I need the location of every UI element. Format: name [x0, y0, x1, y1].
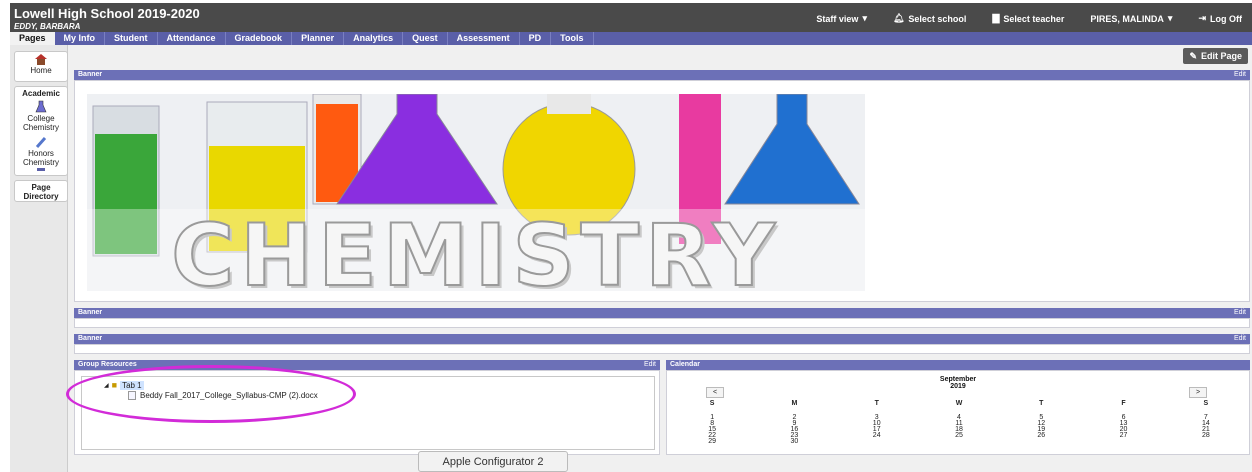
logout-icon: ⇥ [1198, 13, 1206, 23]
pages-sidebar: Home Academic College Chemistry Honors C… [10, 45, 68, 472]
staff-view-menu[interactable]: Staff view ▾ [816, 13, 867, 24]
select-teacher-label: Select teacher [1003, 13, 1065, 24]
test-tube-icon [35, 137, 47, 148]
calendar-day-header: F [1121, 400, 1126, 407]
banner-panel-body [74, 344, 1250, 354]
tab-attendance[interactable]: Attendance [158, 32, 226, 45]
pencil-icon: ✎ [1189, 50, 1197, 61]
banner-edit-link[interactable]: Edit [1234, 71, 1246, 78]
tab-quest[interactable]: Quest [403, 32, 448, 45]
chevron-down-icon: ▾ [1167, 13, 1173, 23]
edit-page-button[interactable]: ✎ Edit Page [1183, 48, 1248, 64]
sidebar-heading: Academic [22, 89, 60, 98]
flask-icon [35, 100, 47, 113]
banner-edit-link[interactable]: Edit [1234, 309, 1246, 316]
id-card-icon: ▇ [992, 13, 1000, 23]
sidebar-academic-group: Academic College Chemistry Honors Chemis… [14, 86, 68, 176]
school-name: Lowell High School 2019-2020 [14, 6, 200, 21]
sidebar-item-label: College Chemistry [22, 114, 59, 132]
select-teacher-button[interactable]: ▇ Select teacher [992, 13, 1064, 24]
calendar-month-title: September 2019 [667, 376, 1249, 390]
sidebar-item-college-chemistry[interactable]: College Chemistry [15, 100, 67, 132]
top-header: Lowell High School 2019-2020 EDDY, BARBA… [10, 3, 1252, 32]
logoff-label: Log Off [1210, 13, 1242, 24]
calendar-grid: S M T W T F S 1 2 3 4 5 6 7 8 9 10 11 12 13 14 15 16 17 18 19 20 21… [671, 400, 1247, 445]
tab-pages[interactable]: Pages [10, 32, 55, 45]
sidebar-item-label: Honors Chemistry [22, 149, 59, 167]
select-school-button[interactable]: 🔔︎ Select school [893, 13, 966, 24]
staff-view-label: Staff view [816, 13, 859, 24]
panel-title: Calendar [670, 361, 700, 368]
user-menu[interactable]: PIRES, MALINDA ▾ [1090, 13, 1172, 24]
calendar-day-header: S [709, 400, 715, 407]
sidebar-item-page-directory[interactable]: Page Directory [14, 180, 68, 202]
calendar-day-header: M [791, 400, 798, 407]
panel-title: Banner [78, 309, 103, 316]
bell-icon: 🔔︎ [892, 13, 905, 23]
calendar-day-header: T [874, 400, 879, 407]
calendar-year: 2019 [950, 383, 966, 390]
calendar-day-header: W [955, 400, 963, 407]
tab-assessment[interactable]: Assessment [448, 32, 520, 45]
select-school-label: Select school [908, 13, 967, 24]
banner-edit-link[interactable]: Edit [1234, 335, 1246, 342]
chemistry-banner-image: CHEMISTRY [87, 94, 865, 291]
panel-title: Banner [78, 71, 103, 78]
tab-pd[interactable]: PD [520, 32, 552, 45]
banner-panel-body: CHEMISTRY [74, 80, 1250, 302]
edit-page-label: Edit Page [1200, 51, 1242, 61]
calendar-date[interactable]: 30 [753, 438, 835, 445]
logoff-button[interactable]: ⇥ Log Off [1198, 13, 1242, 24]
calendar-date[interactable]: 29 [671, 438, 753, 445]
user-name: PIRES, MALINDA [1090, 13, 1164, 24]
calendar-date [1165, 439, 1247, 445]
calendar-date [918, 439, 1000, 445]
tab-student[interactable]: Student [105, 32, 158, 45]
calendar-header: Calendar [666, 360, 1250, 370]
tab-gradebook[interactable]: Gradebook [226, 32, 293, 45]
calendar-date [1000, 439, 1082, 445]
app-tooltip: Apple Configurator 2 [418, 451, 568, 472]
tab-my-info[interactable]: My Info [55, 32, 106, 45]
calendar-day-header: S [1203, 400, 1209, 407]
panel-title: Group Resources [78, 361, 137, 368]
banner-panel-body [74, 318, 1250, 328]
calendar-date [1082, 439, 1164, 445]
sidebar-item-label: Page Directory [23, 183, 59, 201]
resources-edit-link[interactable]: Edit [644, 361, 656, 368]
panel-title: Banner [78, 335, 103, 342]
chevron-down-icon: ▾ [862, 13, 867, 23]
main-nav: Pages My Info Student Attendance Gradebo… [10, 32, 1252, 45]
calendar-day-header: T [1039, 400, 1044, 407]
sidebar-item-honors-chemistry[interactable]: Honors Chemistry [15, 135, 67, 171]
selected-student: EDDY, BARBARA [14, 22, 81, 31]
home-icon [35, 54, 47, 65]
sidebar-item-label: Home [30, 66, 52, 75]
banner-panel-header: Banner Edit [74, 334, 1250, 344]
calendar-date [836, 439, 918, 445]
banner-panel-header: Banner Edit [74, 70, 1250, 80]
highlight-annotation-circle [66, 365, 356, 423]
calendar-body: < > September 2019 S M T W T F S 1 2 3 4 5 6 7 8 9 10 11 1… [666, 370, 1250, 455]
header-actions: Staff view ▾ 🔔︎ Select school ▇ Select teac… [816, 13, 1242, 24]
banner-panel-header: Banner Edit [74, 308, 1250, 318]
tab-tools[interactable]: Tools [551, 32, 594, 45]
active-indicator [37, 168, 45, 171]
calendar-month: September [939, 376, 977, 383]
tab-planner[interactable]: Planner [292, 32, 345, 45]
banner-title-text: CHEMISTRY [170, 205, 781, 291]
tab-analytics[interactable]: Analytics [344, 32, 404, 45]
sidebar-item-home[interactable]: Home [14, 51, 68, 82]
